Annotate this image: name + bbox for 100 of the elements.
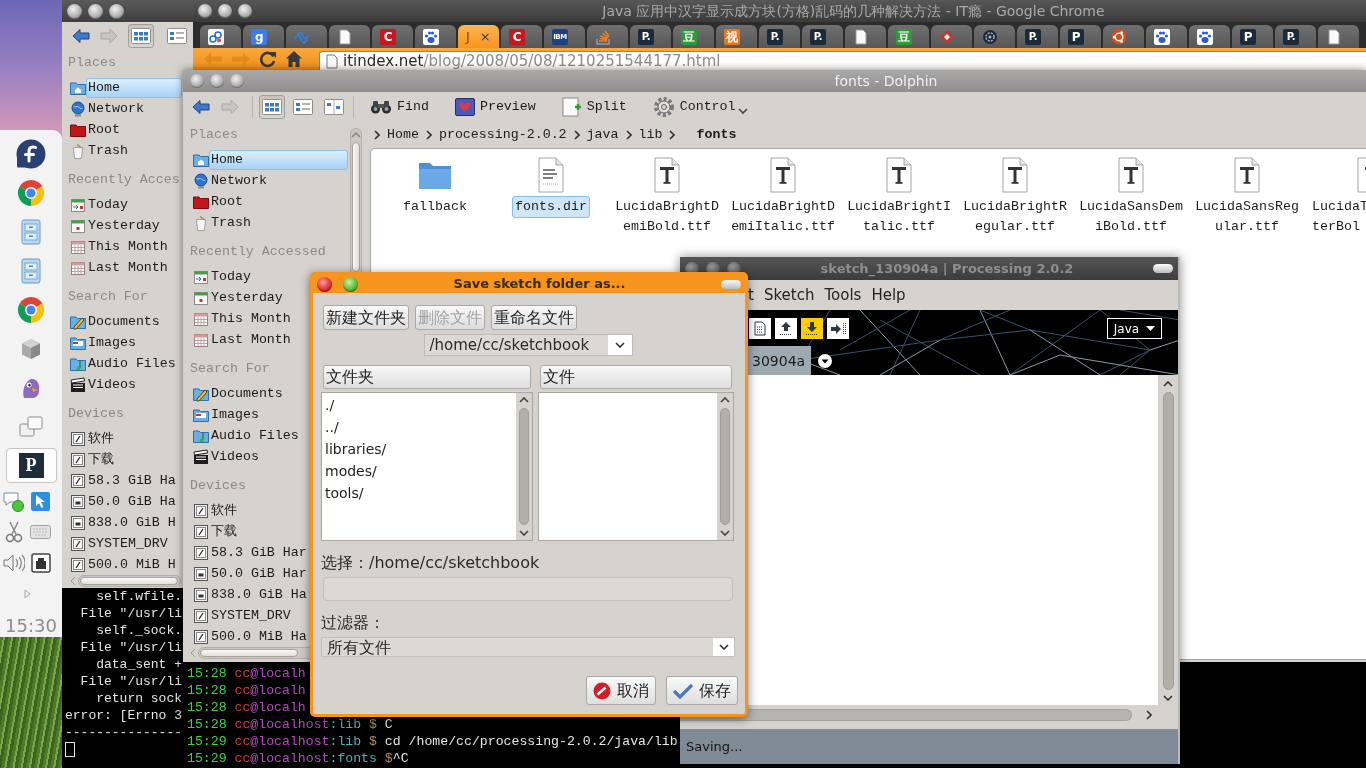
view-mode-button[interactable] xyxy=(128,23,154,48)
cursor-icon[interactable] xyxy=(30,490,51,512)
split-button[interactable]: Split xyxy=(557,94,631,119)
open-button[interactable] xyxy=(775,318,797,339)
browser-tab[interactable]: 豆 xyxy=(673,25,714,48)
browser-tab[interactable] xyxy=(931,25,972,48)
place-item[interactable]: Today xyxy=(209,266,254,287)
place-item[interactable]: Last Month xyxy=(209,329,294,350)
place-item[interactable]: 下载 xyxy=(86,449,117,470)
place-item[interactable]: 838.0 GiB H xyxy=(86,512,179,533)
folder-list-item[interactable]: ./ xyxy=(325,394,335,416)
window-button[interactable] xyxy=(109,3,124,19)
close-button[interactable] xyxy=(317,276,332,292)
speaker-icon[interactable] xyxy=(2,553,25,573)
window-button[interactable] xyxy=(238,4,252,18)
folder-list-item[interactable]: libraries/ xyxy=(325,438,387,460)
file-name[interactable]: LucidaBrightR egular.ttf xyxy=(960,196,1070,238)
place-item[interactable]: Videos xyxy=(209,446,262,467)
browser-tab[interactable] xyxy=(329,25,370,48)
chat-icon[interactable] xyxy=(3,490,24,512)
breadcrumb-item[interactable]: fonts xyxy=(696,125,737,144)
breadcrumb-item[interactable]: Home xyxy=(387,125,419,144)
shade-button[interactable] xyxy=(1153,264,1173,273)
file-name[interactable]: LucidaBrightD emiItalic.ttf xyxy=(728,196,838,238)
browser-tab[interactable]: P. xyxy=(759,25,800,48)
scrollbar[interactable] xyxy=(519,408,529,525)
column-header[interactable]: 文件夹 xyxy=(323,365,531,389)
folder-list-item[interactable]: modes/ xyxy=(325,460,377,482)
folder-action-button[interactable]: 新建文件夹 xyxy=(323,305,409,330)
browser-tab[interactable]: g xyxy=(243,25,284,48)
name-input-field[interactable] xyxy=(323,577,733,601)
browser-tab[interactable] xyxy=(200,25,241,48)
scrollbar[interactable] xyxy=(720,408,730,525)
reload-button[interactable] xyxy=(259,50,277,68)
scroll-thumb[interactable] xyxy=(352,142,360,272)
window-button[interactable] xyxy=(230,74,244,88)
place-item[interactable]: Documents xyxy=(86,311,163,332)
window-button[interactable] xyxy=(88,3,103,19)
file-name[interactable]: LucidaBrightD emiBold.ttf xyxy=(612,196,722,238)
browser-tab[interactable] xyxy=(415,25,456,48)
browser-tab[interactable]: P. xyxy=(1275,25,1316,48)
place-item[interactable]: 838.0 GiB Ha xyxy=(209,584,310,605)
cancel-button[interactable]: 取消 xyxy=(586,676,656,705)
sketch-tab[interactable]: 30904a xyxy=(748,346,812,375)
browser-tab[interactable] xyxy=(974,25,1015,48)
folder-action-button[interactable]: 重命名文件 xyxy=(491,305,577,330)
browser-tab[interactable]: P. xyxy=(1017,25,1058,48)
view-mode-button[interactable] xyxy=(259,94,285,119)
file-name[interactable]: LucidaSansReg ular.ttf xyxy=(1192,196,1302,238)
place-item[interactable]: 50.0 GiB Ha xyxy=(86,491,179,512)
place-item[interactable]: Root xyxy=(209,191,246,212)
tab-menu-icon[interactable] xyxy=(818,353,833,368)
place-item[interactable]: 50.0 GiB Har xyxy=(209,563,310,584)
browser-tab[interactable] xyxy=(1318,25,1359,48)
breadcrumb-item[interactable]: processing-2.0.2 xyxy=(438,125,567,144)
back-button[interactable] xyxy=(72,27,90,44)
folder-list-item[interactable]: tools/ xyxy=(325,482,364,504)
browser-tab[interactable] xyxy=(1189,25,1230,48)
place-item[interactable]: Home xyxy=(209,149,348,170)
address-field[interactable]: itindex.net/blog/2008/05/08/1210251544177.html xyxy=(319,51,1366,70)
place-item[interactable]: Audio Files xyxy=(86,353,179,374)
menu-item[interactable]: Sketch xyxy=(763,285,815,305)
place-item[interactable]: Last Month xyxy=(86,257,171,278)
save-button[interactable]: 保存 xyxy=(666,676,738,705)
browser-tab[interactable]: P xyxy=(1232,25,1273,48)
place-item[interactable]: Today xyxy=(86,194,131,215)
place-item[interactable]: Network xyxy=(86,98,147,119)
browser-tab[interactable] xyxy=(845,25,886,48)
place-item[interactable]: 500.0 MiB H xyxy=(86,554,179,575)
place-item[interactable]: This Month xyxy=(86,236,171,257)
browser-tab[interactable] xyxy=(1103,25,1144,48)
place-item[interactable]: Images xyxy=(209,404,262,425)
browser-tab[interactable]: J × xyxy=(458,25,499,48)
column-header[interactable]: 文件 xyxy=(540,365,732,389)
preview-button[interactable]: Preview xyxy=(450,95,540,118)
place-item[interactable]: Yesterday xyxy=(209,287,286,308)
network-icon[interactable] xyxy=(30,553,51,573)
menu-item[interactable]: Tools xyxy=(824,285,862,305)
browser-tab[interactable]: P. xyxy=(630,25,671,48)
file-name[interactable]: LucidaBrightI talic.ttf xyxy=(844,196,954,238)
export-button[interactable] xyxy=(827,318,849,339)
filter-select[interactable]: 所有文件 xyxy=(321,637,735,657)
place-item[interactable]: Videos xyxy=(86,374,139,395)
place-item[interactable]: SYSTEM_DRV xyxy=(209,605,294,626)
browser-tab[interactable]: P. xyxy=(802,25,843,48)
file-name[interactable]: fonts.dir xyxy=(512,196,590,218)
mode-selector[interactable]: Java xyxy=(1107,318,1162,339)
control-button[interactable]: Control xyxy=(648,93,740,120)
keyboard-icon[interactable] xyxy=(30,525,51,539)
place-item[interactable]: 58.3 GiB Har xyxy=(209,542,310,563)
place-item[interactable]: 软件 xyxy=(209,500,240,521)
scrollbar[interactable] xyxy=(680,709,1132,721)
window-button[interactable] xyxy=(210,74,224,88)
scroll-thumb[interactable] xyxy=(200,649,298,657)
more-button[interactable] xyxy=(735,107,750,114)
browser-tab[interactable]: P xyxy=(1060,25,1101,48)
expand-arrow-icon[interactable] xyxy=(23,589,31,599)
file-name[interactable]: fallback xyxy=(400,196,470,218)
browser-tab[interactable]: C xyxy=(372,25,413,48)
place-item[interactable]: 500.0 MiB Ha xyxy=(209,626,310,647)
